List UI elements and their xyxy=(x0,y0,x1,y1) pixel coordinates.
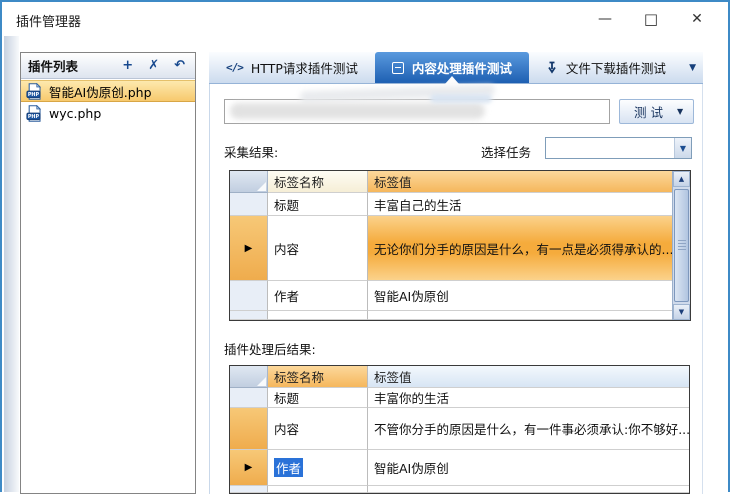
plugin-item-label: 智能AI伪原创.php xyxy=(49,82,152,101)
plugin-item-selected[interactable]: PHP 智能AI伪原创.php xyxy=(21,80,195,102)
delete-plugin-icon[interactable]: ✗ xyxy=(148,59,159,72)
tag-value-cell[interactable]: 智能AI伪原创 xyxy=(368,281,672,311)
tag-name-cell[interactable]: 内容 xyxy=(268,408,368,450)
collect-results-label: 采集结果: xyxy=(224,142,278,161)
combo-arrow-icon[interactable]: ▼ xyxy=(674,138,691,158)
column-header-tag-name[interactable]: 标签名称 xyxy=(268,171,368,193)
redaction-smudge xyxy=(430,94,492,103)
current-row-marker-icon: ▶ xyxy=(245,462,253,473)
scroll-down-icon[interactable]: ▼ xyxy=(673,304,690,320)
test-button[interactable]: 测 试 ▼ xyxy=(619,99,694,124)
php-file-icon: PHP xyxy=(26,83,43,100)
code-icon: </> xyxy=(226,61,243,74)
php-file-icon: PHP xyxy=(26,105,43,122)
test-button-label: 测 试 xyxy=(620,102,677,121)
scroll-up-icon[interactable]: ▲ xyxy=(673,171,690,187)
plugin-list: PHP 智能AI伪原创.php PHP wyc.php xyxy=(21,79,195,124)
tag-name-cell[interactable]: 标题 xyxy=(268,388,368,408)
svg-text:PHP: PHP xyxy=(28,92,40,98)
table-scrollbar[interactable]: ▲ ▼ xyxy=(672,171,690,320)
tag-value-cell[interactable]: 不管你分手的原因是什么，有一件事必须承认:你不够好... xyxy=(368,408,689,450)
plugin-list-panel: 插件列表 + ✗ ↶ PHP 智能AI伪原创.php xyxy=(20,52,196,494)
current-row-marker-icon: ▶ xyxy=(245,243,253,254)
scrollbar-grip xyxy=(678,240,686,251)
empty-cell xyxy=(268,311,368,320)
tabstrip: </> HTTP请求插件测试 内容处理插件测试 文件下载插件测试 ▼ xyxy=(209,52,703,84)
row-selector[interactable] xyxy=(230,281,268,311)
row-selector-empty[interactable] xyxy=(230,311,268,320)
processed-results-label: 插件处理后结果: xyxy=(224,339,316,358)
plugin-manager-window: 插件管理器 — □ ✕ 插件列表 + ✗ ↶ PHP xyxy=(0,0,730,492)
tag-name-cell[interactable]: 作者 xyxy=(268,281,368,311)
box-minus-icon xyxy=(392,62,404,74)
row-selector-header[interactable] xyxy=(230,366,268,388)
tab-http-request-test[interactable]: </> HTTP请求插件测试 xyxy=(209,52,375,83)
maximize-button[interactable]: □ xyxy=(628,2,674,36)
tab-content-process-test[interactable]: 内容处理插件测试 xyxy=(375,52,529,83)
undo-icon[interactable]: ↶ xyxy=(174,59,185,72)
minimize-button[interactable]: — xyxy=(582,2,628,36)
tab-label: 文件下载插件测试 xyxy=(566,58,666,77)
tab-label: 内容处理插件测试 xyxy=(412,58,512,77)
scrollbar-thumb[interactable] xyxy=(674,189,689,302)
tab-label: HTTP请求插件测试 xyxy=(251,58,358,77)
close-button[interactable]: ✕ xyxy=(674,2,720,36)
plugin-list-title: 插件列表 xyxy=(28,56,122,75)
column-header-tag-name[interactable]: 标签名称 xyxy=(268,366,368,388)
row-selector-current[interactable]: ▶ xyxy=(230,216,268,281)
column-header-tag-value[interactable]: 标签值 xyxy=(368,171,672,193)
window-controls: — □ ✕ xyxy=(582,2,720,36)
plugin-item[interactable]: PHP wyc.php xyxy=(21,102,195,124)
window-title: 插件管理器 xyxy=(16,11,81,30)
redaction-smudge xyxy=(230,103,485,119)
tag-name-cell[interactable]: 内容 xyxy=(268,216,368,281)
scrollbar-track[interactable] xyxy=(673,187,690,304)
plugin-list-toolbar: + ✗ ↶ xyxy=(122,59,188,72)
tag-value-cell-selected[interactable]: 无论你们分手的原因是什么，有一点是必须得承认的... xyxy=(368,216,672,281)
task-select[interactable]: ▼ xyxy=(545,137,692,159)
download-icon xyxy=(546,61,558,75)
task-select-value xyxy=(546,138,674,158)
svg-text:PHP: PHP xyxy=(28,114,40,120)
tab-overflow-arrow-icon[interactable]: ▼ xyxy=(689,63,696,73)
tab-file-download-test[interactable]: 文件下载插件测试 xyxy=(529,52,683,83)
row-selector[interactable] xyxy=(230,388,268,408)
select-task-label: 选择任务 xyxy=(481,142,531,161)
row-selector-current[interactable]: ▶ xyxy=(230,450,268,486)
row-selector-header[interactable] xyxy=(230,171,268,193)
column-header-tag-value[interactable]: 标签值 xyxy=(368,366,689,388)
tag-value-cell[interactable]: 丰富自己的生活 xyxy=(368,193,672,216)
titlebar: 插件管理器 — □ ✕ xyxy=(2,2,728,36)
test-button-dropdown-icon[interactable]: ▼ xyxy=(677,107,693,116)
tag-value-cell[interactable]: 智能AI伪原创 xyxy=(368,450,689,486)
selected-tab-notch xyxy=(445,76,459,84)
plugin-list-header: 插件列表 + ✗ ↶ xyxy=(21,53,195,79)
row-selector[interactable] xyxy=(230,408,268,450)
empty-cell xyxy=(368,311,672,320)
left-shadow-strip xyxy=(4,36,19,492)
tag-name-cell-editing[interactable]: 作者 xyxy=(268,450,368,486)
selected-text: 作者 xyxy=(274,458,303,477)
add-plugin-icon[interactable]: + xyxy=(122,59,133,72)
tag-value-cell[interactable]: 丰富你的生活 xyxy=(368,388,689,408)
plugin-item-label: wyc.php xyxy=(49,106,101,121)
processed-results-table: 标签名称 标签值 标题 丰富你的生活 内容 不管你分手的原因是什么，有一件事必须… xyxy=(229,365,690,494)
tag-name-cell[interactable]: 标题 xyxy=(268,193,368,216)
row-selector[interactable] xyxy=(230,193,268,216)
collect-results-table: 标签名称 标签值 标题 丰富自己的生活 ▶ 内容 无论你们分手的原因是什么，有一… xyxy=(229,170,691,321)
